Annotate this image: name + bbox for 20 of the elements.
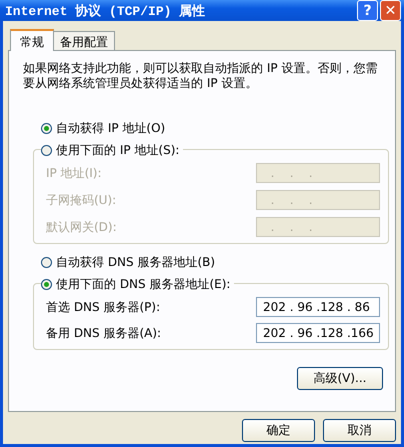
field-label: 子网掩码(U): [46, 192, 116, 208]
tab[interactable]: 常规 [10, 29, 54, 51]
description-text: 如果网络支持此功能，则可以获取自动指派的 IP 设置。否则，您需要从网络系统管理员处获得适当的 IP 设置。 [23, 61, 378, 91]
cancel-button[interactable]: 取消 [323, 419, 396, 442]
field-label: 首选 DNS 服务器(P): [46, 298, 160, 316]
ok-button[interactable]: 确定 [242, 419, 315, 442]
advanced-button[interactable]: 高级(V)... [297, 367, 383, 390]
field-label: 默认网关(D): [46, 218, 117, 236]
field-label: IP 地址(I): [46, 164, 102, 182]
tab[interactable]: 备用配置 [53, 31, 115, 50]
window-title: Internet 协议 (TCP/IP) 属性 [5, 2, 206, 20]
radio-option[interactable]: 自动获得 DNS 服务器地址(B) [41, 254, 385, 270]
radio-option[interactable]: 使用下面的 DNS 服务器地址(E): [41, 276, 234, 292]
field-label: 备用 DNS 服务器(A): [46, 324, 162, 342]
radio-option[interactable]: 使用下面的 IP 地址(S): [41, 142, 184, 158]
help-button[interactable]: ? [357, 0, 378, 21]
dns-field[interactable]: 202 . 96 .128 . 86 [256, 297, 380, 317]
dns-field[interactable]: 202 . 96 .128 .166 [256, 323, 380, 343]
radio-option[interactable]: 自动获得 IP 地址(O) [41, 120, 385, 136]
close-button[interactable]: ✕ [380, 0, 401, 21]
